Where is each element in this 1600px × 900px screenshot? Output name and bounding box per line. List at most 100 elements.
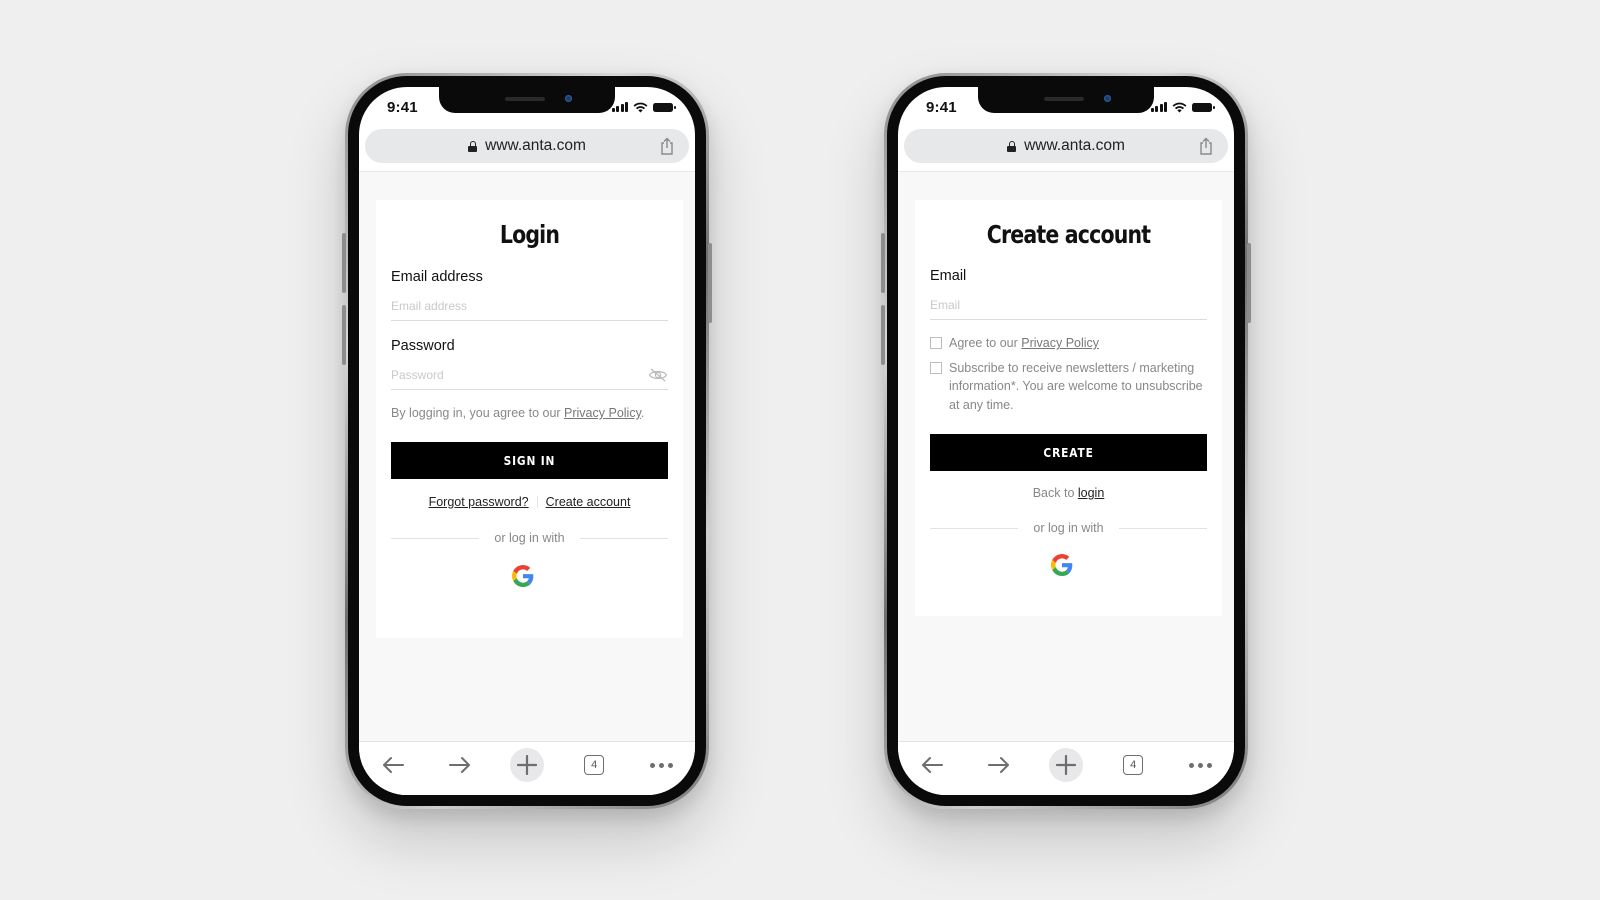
privacy-policy-link[interactable]: Privacy Policy — [564, 406, 641, 420]
social-divider-text: or log in with — [1033, 521, 1104, 535]
signal-icon — [611, 102, 628, 112]
forward-button[interactable] — [982, 748, 1016, 782]
arrow-left-icon — [382, 757, 404, 773]
social-login — [377, 565, 668, 587]
email-field-wrapper — [930, 290, 1207, 320]
more-menu-button[interactable] — [644, 748, 678, 782]
sign-in-label: SIGN IN — [503, 453, 556, 468]
eye-slash-icon[interactable] — [648, 368, 668, 382]
create-account-title: Create account — [986, 220, 1151, 249]
account-links: Forgot password? Create account — [391, 495, 668, 509]
divider-line — [930, 527, 1019, 529]
login-link[interactable]: login — [1078, 486, 1104, 500]
phone-create-account: 9:41 www.anta.com Create account Email E… — [881, 73, 1251, 809]
volume-up-button — [881, 233, 885, 293]
terms-suffix: . — [640, 406, 645, 420]
volume-down-button — [881, 305, 885, 365]
plus-icon — [1055, 755, 1076, 775]
newsletter-consent-text: Subscribe to receive newsletters / marke… — [949, 360, 1203, 412]
lock-icon — [468, 140, 478, 152]
share-icon[interactable] — [659, 137, 675, 155]
divider-line — [1118, 527, 1207, 529]
login-card: Login Email address Password — [376, 200, 683, 638]
back-button[interactable] — [915, 748, 949, 782]
url-text: www.anta.com — [485, 137, 586, 154]
address-bar[interactable]: www.anta.com — [365, 129, 689, 163]
email-input[interactable] — [391, 298, 668, 313]
back-to-login: Back to login — [930, 486, 1207, 500]
plus-icon — [516, 755, 537, 775]
new-tab-button[interactable] — [1048, 748, 1083, 782]
login-title: Login — [499, 220, 560, 249]
browser-toolbar: 4 — [359, 741, 695, 795]
share-icon[interactable] — [1198, 137, 1214, 155]
agree-prefix: Agree to our — [949, 336, 1022, 350]
notch — [439, 87, 615, 113]
email-input[interactable] — [930, 297, 1207, 312]
page-content: Create account Email Agree to our Privac… — [898, 171, 1234, 741]
privacy-policy-link[interactable]: Privacy Policy — [1021, 336, 1099, 350]
google-icon[interactable] — [1050, 554, 1073, 576]
divider-line — [391, 537, 480, 539]
page-content: Login Email address Password — [359, 171, 695, 741]
power-button — [708, 243, 712, 323]
power-button — [1247, 243, 1251, 323]
tabs-button[interactable]: 4 — [577, 748, 611, 782]
terms-prefix: By logging in, you agree to our — [391, 406, 565, 420]
forgot-password-link[interactable]: Forgot password? — [429, 495, 529, 509]
newsletter-consent-row: Subscribe to receive newsletters / marke… — [930, 359, 1207, 415]
social-divider: or log in with — [930, 521, 1207, 535]
more-menu-button[interactable] — [1183, 748, 1217, 782]
create-account-card: Create account Email Agree to our Privac… — [915, 200, 1222, 616]
arrow-right-icon — [987, 757, 1009, 773]
privacy-consent-checkbox[interactable] — [930, 337, 942, 349]
volume-up-button — [342, 233, 346, 293]
create-account-link[interactable]: Create account — [546, 495, 631, 509]
privacy-consent-row: Agree to our Privacy Policy — [930, 334, 1207, 353]
front-camera — [565, 95, 572, 102]
email-field-wrapper — [391, 291, 668, 321]
speaker — [1044, 97, 1084, 101]
tabs-button[interactable]: 4 — [1116, 748, 1150, 782]
status-icons — [1150, 102, 1215, 113]
browser-toolbar: 4 — [898, 741, 1234, 795]
new-tab-button[interactable] — [509, 748, 544, 782]
more-icon — [1188, 762, 1212, 768]
social-divider-text: or log in with — [494, 531, 565, 545]
back-button[interactable] — [376, 748, 410, 782]
signal-icon — [1150, 102, 1167, 112]
email-label: Email address — [391, 269, 483, 285]
more-icon — [649, 762, 673, 768]
back-prefix: Back to — [1032, 486, 1078, 500]
arrow-left-icon — [921, 757, 943, 773]
newsletter-consent-checkbox[interactable] — [930, 361, 942, 374]
terms-text: By logging in, you agree to our Privacy … — [391, 406, 668, 420]
create-button[interactable]: CREATE — [930, 434, 1207, 471]
wifi-icon — [1172, 102, 1187, 112]
forward-button[interactable] — [443, 748, 477, 782]
notch — [978, 87, 1154, 113]
phone-screen: 9:41 www.anta.com — [359, 87, 695, 795]
battery-icon — [1192, 102, 1215, 112]
social-login — [916, 554, 1207, 576]
create-label: CREATE — [1043, 445, 1094, 460]
google-icon[interactable] — [511, 565, 534, 587]
battery-icon — [653, 102, 676, 112]
link-separator — [536, 496, 538, 508]
address-bar[interactable]: www.anta.com — [904, 129, 1228, 163]
tabs-count: 4 — [1123, 755, 1144, 775]
speaker — [505, 97, 545, 101]
status-time: 9:41 — [387, 98, 418, 116]
front-camera — [1104, 95, 1111, 102]
password-label: Password — [391, 338, 455, 354]
phone-screen: 9:41 www.anta.com — [898, 87, 1234, 795]
wifi-icon — [633, 102, 648, 112]
social-divider: or log in with — [391, 531, 668, 545]
password-input[interactable] — [391, 367, 648, 382]
email-label: Email — [930, 268, 967, 284]
phone-login: 9:41 www.anta.com Login Email address Em… — [342, 73, 712, 809]
sign-in-button[interactable]: SIGN IN — [391, 442, 668, 479]
arrow-right-icon — [448, 757, 470, 773]
divider-line — [579, 537, 668, 539]
privacy-consent-text: Agree to our Privacy Policy — [949, 334, 1099, 353]
